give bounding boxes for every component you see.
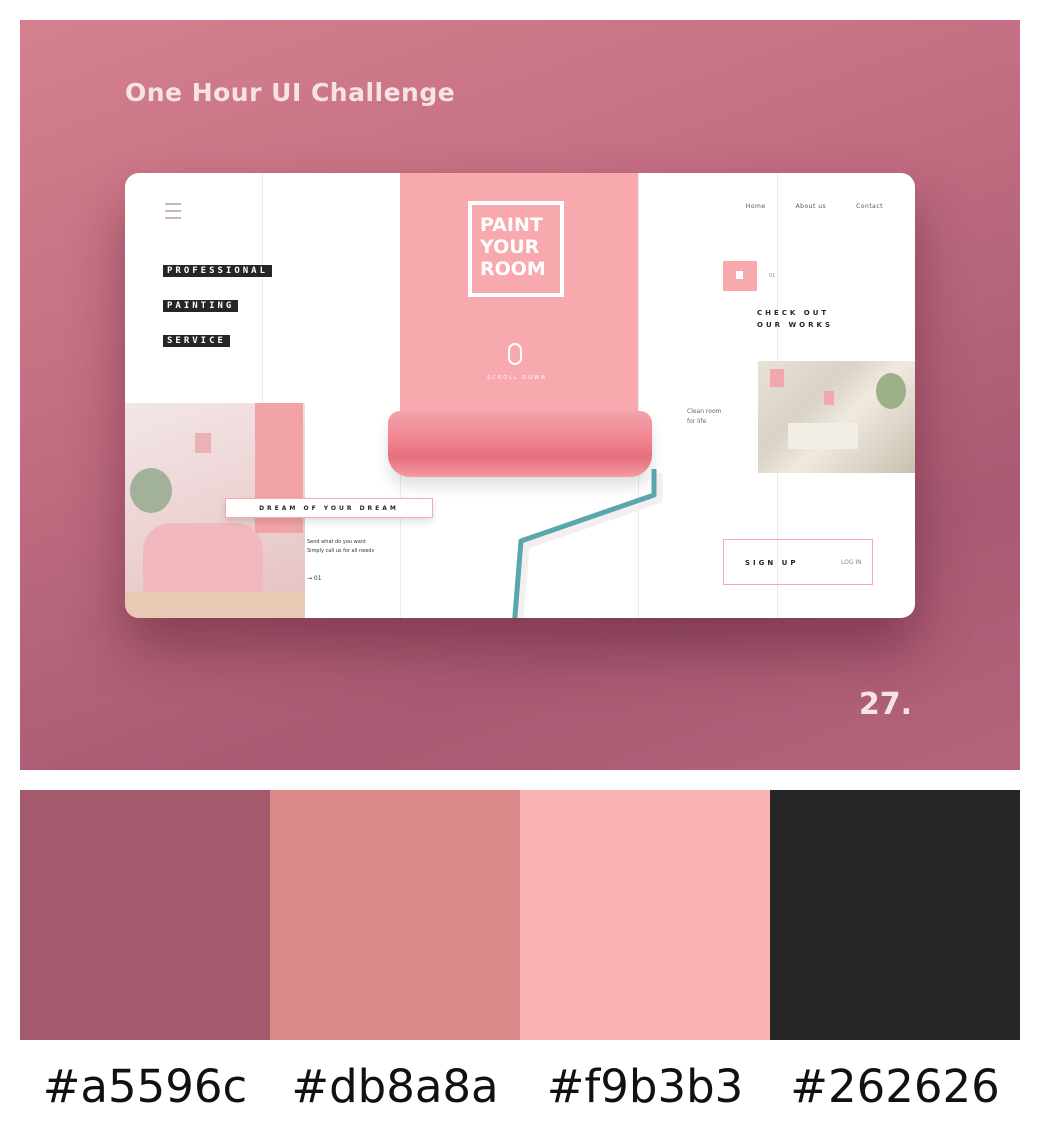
photo-rug [125, 592, 305, 618]
color-code-2: #db8a8a [291, 1060, 499, 1113]
logo-line-2: YOUR [480, 236, 540, 258]
photo-plant [130, 468, 172, 513]
paint-roll-panel: PAINT YOUR ROOM SCROLL DOWN [400, 173, 638, 433]
nav-home: Home [745, 203, 766, 210]
about-title-line-1: CHECK OUT [757, 309, 830, 317]
swatch-4 [770, 790, 1020, 1040]
login-link[interactable]: LOG IN [841, 559, 862, 566]
paint-roller-icon [388, 411, 652, 477]
swatch-3 [520, 790, 770, 1040]
grid-line [638, 173, 639, 618]
color-code-4: #262626 [790, 1060, 1000, 1113]
color-code-1: #a5596c [42, 1060, 248, 1113]
caption-right-line-2: for life [687, 418, 707, 425]
body-text: Send what do you want Simply call us for… [307, 538, 374, 556]
headline-line-1: PROFESSIONAL [163, 265, 273, 277]
living-room-photo [758, 361, 915, 473]
color-palette [20, 790, 1020, 1040]
caption-right-line-1: Clean room [687, 408, 722, 415]
paint-your-room-logo: PAINT YOUR ROOM [468, 201, 564, 297]
swatch-2 [270, 790, 520, 1040]
small-link[interactable]: → 01 [307, 575, 322, 582]
website-mockup: PROFESSIONAL PAINTING SERVICE PAINT YOUR… [125, 173, 915, 618]
nav-about: About us [795, 203, 827, 210]
about-title-line-2: OUR WORKS [757, 321, 833, 329]
signup-label: SIGN UP [745, 559, 799, 567]
hamburger-menu-icon [165, 203, 181, 219]
headline-line-3: SERVICE [163, 335, 230, 347]
swatch-1 [20, 790, 270, 1040]
photo-frame [770, 369, 784, 387]
caption-right: Clean room for life [687, 407, 721, 427]
photo-sofa [788, 423, 858, 449]
photo-frame [824, 391, 834, 405]
mockup-canvas: PROFESSIONAL PAINTING SERVICE PAINT YOUR… [125, 173, 915, 618]
body-text-line-1: Send what do you want [307, 539, 366, 545]
photo-plant [876, 373, 906, 409]
color-codes: #a5596c #db8a8a #f9b3b3 #262626 [20, 1052, 1020, 1122]
hero-title: One Hour UI Challenge [125, 78, 456, 107]
dream-banner: DREAM OF YOUR DREAM [225, 498, 433, 518]
photo-art [195, 433, 211, 453]
nav-menu: Home About us Contact [746, 203, 883, 210]
logo-line-1: PAINT [480, 214, 543, 236]
headline-line-2: PAINTING [163, 300, 239, 312]
challenge-number: 27. [858, 687, 912, 722]
about-title: CHECK OUT OUR WORKS [757, 307, 833, 331]
hero-image: One Hour UI Challenge PROFESSIONAL PAINT… [20, 20, 1020, 770]
logo-line-3: ROOM [480, 258, 546, 280]
about-tag: 01 [769, 273, 776, 279]
color-code-3: #f9b3b3 [546, 1060, 744, 1113]
about-square-icon [723, 261, 757, 291]
nav-contact: Contact [856, 203, 883, 210]
headline: PROFESSIONAL PAINTING SERVICE [163, 258, 273, 363]
scroll-label: SCROLL DOWN [487, 375, 547, 381]
body-text-line-2: Simply call us for all needs [307, 548, 375, 554]
photo-chair [143, 523, 263, 598]
mouse-scroll-icon [508, 343, 522, 365]
